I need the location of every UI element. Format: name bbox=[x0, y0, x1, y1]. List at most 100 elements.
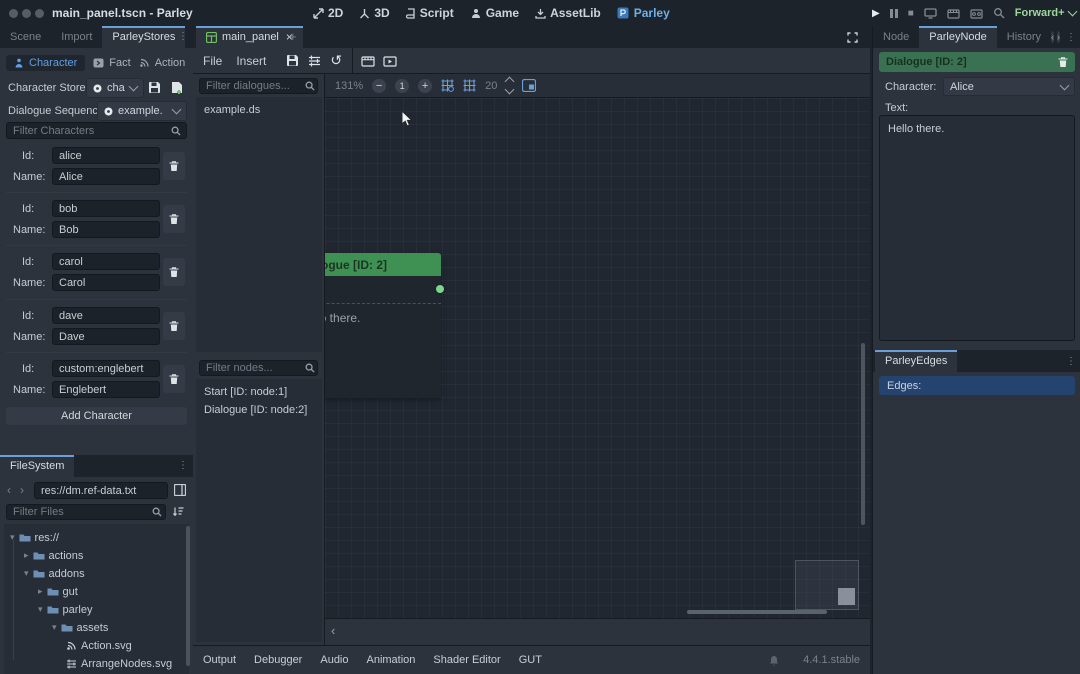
add-tab-button[interactable]: + bbox=[289, 29, 297, 44]
tab-scene[interactable]: Scene bbox=[0, 26, 51, 48]
tree-item-res[interactable]: ▾ res:// bbox=[10, 529, 59, 546]
filter-files-input[interactable] bbox=[6, 504, 166, 520]
test-dialogue-from-node-icon[interactable] bbox=[383, 55, 397, 67]
tree-collapsed-icon[interactable]: ▸ bbox=[38, 586, 43, 597]
window-minimize-icon[interactable] bbox=[22, 9, 31, 18]
sort-files-icon[interactable] bbox=[173, 506, 184, 517]
inspector-forward-icon[interactable]: › bbox=[1057, 31, 1060, 43]
save-dialogue-icon[interactable] bbox=[286, 54, 299, 67]
dock-menu-icon[interactable]: ⋮ bbox=[1066, 356, 1076, 367]
store-tab-character[interactable]: Character bbox=[6, 55, 85, 71]
grid-toggle-icon[interactable] bbox=[441, 79, 454, 92]
save-store-icon[interactable] bbox=[148, 81, 161, 94]
tree-item-actions[interactable]: ▸ actions bbox=[24, 547, 83, 564]
bottom-tab-debugger[interactable]: Debugger bbox=[254, 654, 302, 666]
minimap-toggle-icon[interactable] bbox=[522, 79, 536, 92]
zoom-in-button[interactable]: + bbox=[418, 79, 432, 93]
history-forward-button[interactable]: › bbox=[20, 483, 24, 497]
character-id-input[interactable] bbox=[52, 360, 160, 377]
reset-view-icon[interactable]: ↺ bbox=[330, 52, 342, 69]
delete-node-trash-icon[interactable] bbox=[1058, 57, 1068, 68]
spinner-down-icon[interactable] bbox=[505, 85, 515, 95]
delete-character-button[interactable] bbox=[163, 205, 185, 233]
window-zoom-icon[interactable] bbox=[35, 9, 44, 18]
window-controls[interactable] bbox=[9, 9, 44, 18]
character-id-input[interactable] bbox=[52, 200, 160, 217]
node-titlebar[interactable]: Dialogue [ID: 2] bbox=[325, 253, 441, 276]
filter-dialogues-input[interactable] bbox=[199, 78, 318, 94]
pause-button[interactable] bbox=[890, 9, 898, 18]
filter-characters-input[interactable] bbox=[6, 122, 187, 139]
instance-options-icon[interactable] bbox=[993, 7, 1005, 19]
delete-character-button[interactable] bbox=[163, 365, 185, 393]
current-path-field[interactable] bbox=[34, 482, 168, 499]
character-id-input[interactable] bbox=[52, 147, 160, 164]
tree-expanded-icon[interactable]: ▾ bbox=[38, 604, 43, 615]
node-output-port[interactable] bbox=[435, 284, 445, 294]
tree-item-action-svg[interactable]: Action.svg bbox=[66, 637, 132, 654]
zoom-reset-button[interactable]: 1 bbox=[395, 79, 409, 93]
graph-hscrollbar[interactable] bbox=[687, 610, 827, 614]
delete-character-button[interactable] bbox=[163, 152, 185, 180]
character-name-input[interactable] bbox=[52, 168, 160, 185]
test-dialogue-icon[interactable] bbox=[361, 55, 375, 67]
tree-item-parley[interactable]: ▾ parley bbox=[38, 601, 93, 618]
minimap-view-rect[interactable] bbox=[838, 588, 855, 605]
window-close-icon[interactable] bbox=[9, 9, 18, 18]
tab-parleynode[interactable]: ParleyNode bbox=[919, 26, 996, 48]
dock-menu-icon[interactable]: ⋮ bbox=[178, 460, 188, 471]
graph-canvas[interactable]: Dialogue [ID: 2] Alice Hello there. bbox=[325, 98, 870, 618]
bottom-tab-output[interactable]: Output bbox=[203, 654, 236, 666]
tree-item-assets[interactable]: ▾ assets bbox=[52, 619, 108, 636]
dialogue-graph-node[interactable]: Dialogue [ID: 2] Alice Hello there. bbox=[325, 253, 441, 398]
dock-menu-icon[interactable]: ⋮ bbox=[178, 31, 188, 42]
list-item-node[interactable]: Dialogue [ID: node:2] bbox=[196, 398, 322, 416]
snap-toggle-icon[interactable] bbox=[463, 79, 476, 92]
character-store-dropdown[interactable]: cha bbox=[86, 78, 144, 98]
list-item-node[interactable]: Start [ID: node:1] bbox=[196, 379, 322, 398]
character-name-input[interactable] bbox=[52, 221, 160, 238]
tab-import[interactable]: Import bbox=[51, 26, 102, 48]
character-name-input[interactable] bbox=[52, 381, 160, 398]
filesystem-scrollbar[interactable] bbox=[186, 526, 190, 666]
tab-main-panel[interactable]: main_panel × bbox=[196, 26, 303, 48]
character-select[interactable]: Alice bbox=[943, 77, 1075, 96]
tree-item-arrangenodes-svg[interactable]: ArrangeNodes.svg bbox=[66, 655, 172, 672]
tab-node[interactable]: Node bbox=[873, 26, 919, 48]
tab-filesystem[interactable]: FileSystem bbox=[0, 455, 74, 477]
dialogue-text-area[interactable]: Hello there. bbox=[879, 115, 1075, 341]
tab-parleyedges[interactable]: ParleyEdges bbox=[875, 350, 957, 372]
zoom-out-button[interactable]: − bbox=[372, 79, 386, 93]
bottom-tab-gut[interactable]: GUT bbox=[519, 654, 542, 666]
play-button[interactable]: ▶ bbox=[872, 8, 880, 19]
tab-parleystores[interactable]: ParleyStores bbox=[102, 26, 185, 48]
menu-script[interactable]: Script bbox=[406, 6, 454, 20]
graph-vscrollbar[interactable] bbox=[861, 343, 865, 525]
remote-debug-icon[interactable] bbox=[924, 8, 937, 19]
menu-assetlib[interactable]: AssetLib bbox=[535, 6, 601, 20]
tree-item-addons[interactable]: ▾ addons bbox=[24, 565, 85, 582]
new-store-icon[interactable] bbox=[171, 81, 183, 94]
arrange-nodes-icon[interactable] bbox=[308, 55, 321, 67]
split-mode-icon[interactable] bbox=[174, 484, 186, 496]
menu-game[interactable]: Game bbox=[470, 6, 519, 20]
bottom-tab-animation[interactable]: Animation bbox=[367, 654, 416, 666]
history-back-button[interactable]: ‹ bbox=[7, 483, 11, 497]
snap-distance-value[interactable]: 20 bbox=[485, 80, 497, 92]
dock-menu-icon[interactable]: ⋮ bbox=[1066, 32, 1076, 43]
menu-2d[interactable]: 2D bbox=[313, 6, 343, 20]
notification-bell-icon[interactable] bbox=[769, 655, 779, 666]
tab-history[interactable]: History bbox=[997, 26, 1051, 48]
character-id-input[interactable] bbox=[52, 253, 160, 270]
tree-collapsed-icon[interactable]: ▸ bbox=[24, 550, 29, 561]
renderer-select[interactable]: Forward+ bbox=[1015, 7, 1076, 19]
delete-character-button[interactable] bbox=[163, 258, 185, 286]
list-item-dialogue[interactable]: example.ds bbox=[196, 97, 322, 116]
store-tab-fact[interactable]: Fact bbox=[93, 57, 130, 69]
tree-expanded-icon[interactable]: ▾ bbox=[52, 622, 57, 633]
file-menu[interactable]: File bbox=[203, 54, 222, 68]
dialogue-sequence-dropdown[interactable]: example. bbox=[97, 101, 187, 121]
snap-spinner[interactable] bbox=[506, 78, 513, 93]
delete-character-button[interactable] bbox=[163, 312, 185, 340]
insert-menu[interactable]: Insert bbox=[236, 54, 266, 68]
